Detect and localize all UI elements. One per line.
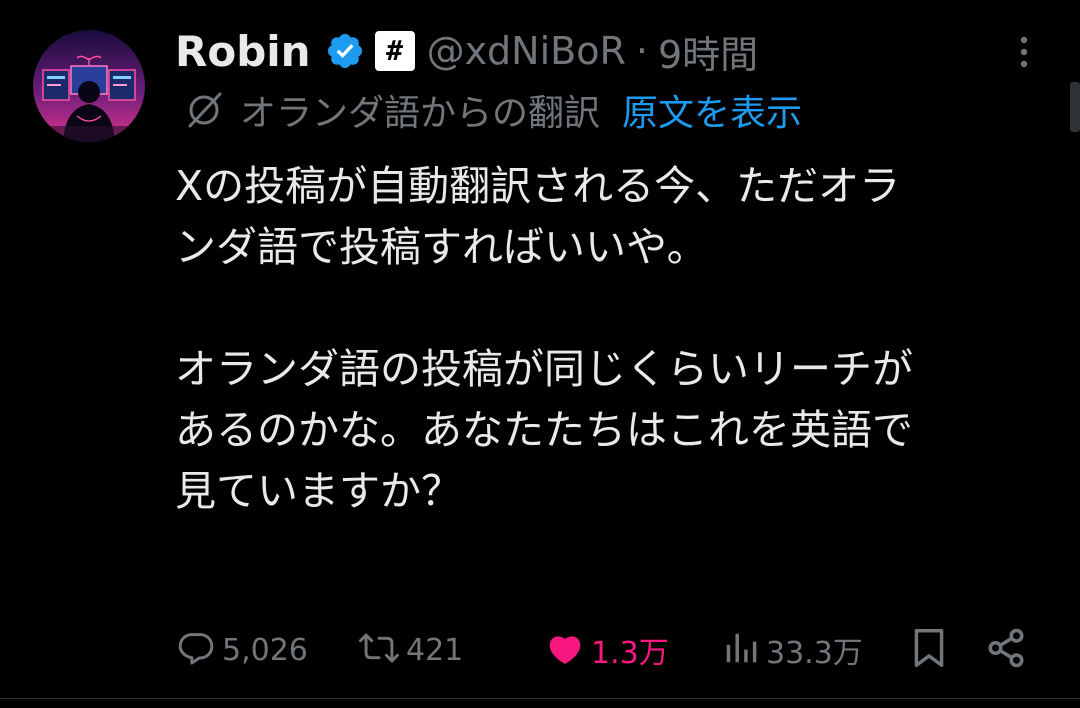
scrollbar-thumb[interactable] — [1070, 82, 1080, 132]
post-paragraph: オランダ語の投稿が同じくらいリーチが あるのかな。あなたたちはこれを英語で 見て… — [175, 339, 1045, 522]
post-line: Xの投稿が自動翻訳される今、ただオラ — [175, 162, 901, 210]
affiliate-badge-icon[interactable]: # — [374, 31, 415, 71]
avatar[interactable] — [33, 30, 145, 142]
post: Robin # @xdNiBoR · 9時間 オランダ語からの翻訳 原文を表示 — [0, 0, 1080, 708]
author-handle[interactable]: @xdNiBoR — [427, 29, 626, 73]
repost-icon — [358, 628, 400, 672]
views-icon — [722, 628, 760, 672]
bookmark-icon — [910, 626, 948, 674]
share-button[interactable] — [985, 620, 1027, 680]
like-button[interactable]: 1.3万 — [545, 620, 669, 680]
post-time[interactable]: 9時間 — [658, 24, 758, 79]
views-count: 33.3万 — [766, 636, 863, 671]
post-line: オランダ語の投稿が同じくらいリーチが — [175, 345, 913, 393]
more-icon[interactable] — [1012, 34, 1036, 74]
post-line: ンダ語で投稿すればいいや。 — [175, 223, 708, 271]
post-line: あるのかな。あなたたちはこれを英語で — [175, 406, 913, 454]
like-count: 1.3万 — [591, 636, 669, 671]
verified-badge-icon[interactable] — [325, 31, 365, 71]
display-name[interactable]: Robin — [175, 27, 311, 76]
separator-dot: · — [635, 29, 648, 73]
heart-icon — [545, 628, 585, 672]
bookmark-button[interactable] — [910, 620, 948, 680]
post-header: Robin # @xdNiBoR · 9時間 — [175, 22, 758, 80]
translate-icon — [182, 88, 226, 132]
translation-notice: オランダ語からの翻訳 原文を表示 — [182, 82, 802, 138]
show-original-link[interactable]: 原文を表示 — [622, 84, 802, 136]
post-line: 見ていますか？ — [175, 467, 462, 515]
translation-label: オランダ語からの翻訳 — [240, 93, 601, 134]
reply-count: 5,026 — [222, 632, 308, 668]
divider — [0, 698, 1080, 699]
share-icon — [985, 627, 1027, 673]
post-paragraph: Xの投稿が自動翻訳される今、ただオラ ンダ語で投稿すればいいや。 — [175, 156, 1045, 278]
action-bar: 5,026 421 1.3万 33.3万 — [0, 620, 1080, 680]
post-text: Xの投稿が自動翻訳される今、ただオラ ンダ語で投稿すればいいや。 オランダ語の投… — [175, 156, 1045, 522]
views-button[interactable]: 33.3万 — [722, 620, 863, 680]
repost-button[interactable]: 421 — [358, 620, 463, 680]
repost-count: 421 — [406, 632, 464, 668]
reply-button[interactable]: 5,026 — [176, 620, 308, 680]
reply-icon — [176, 628, 216, 672]
